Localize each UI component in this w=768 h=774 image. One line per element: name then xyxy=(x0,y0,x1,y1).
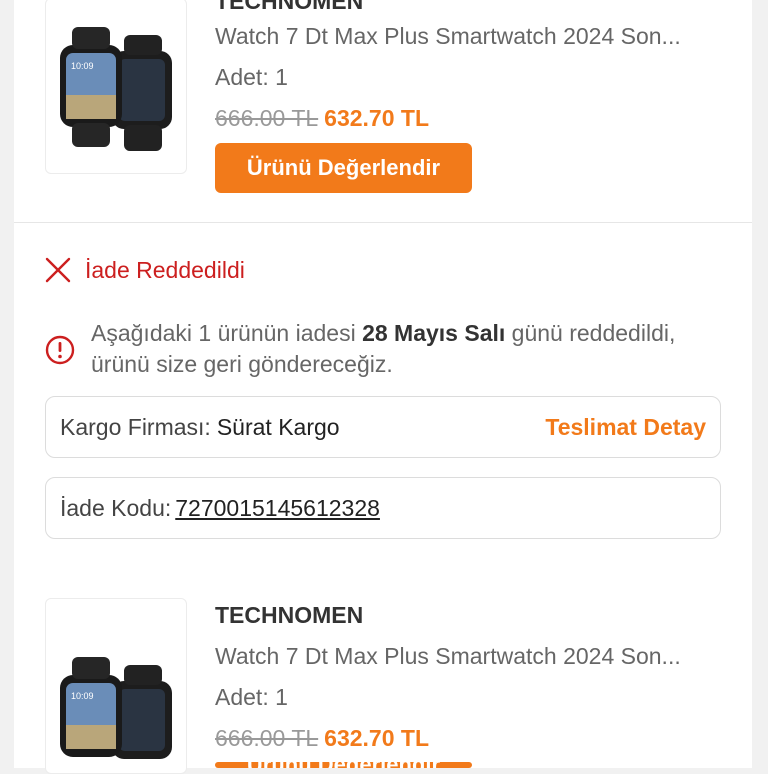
return-code-value[interactable]: 7270015145612328 xyxy=(175,495,380,522)
new-price: 632.70 TL xyxy=(324,725,430,751)
product-image[interactable]: 10:09 xyxy=(45,598,187,774)
price-row: 666.00 TL 632.70 TL xyxy=(215,725,429,752)
info-icon xyxy=(45,335,75,365)
smartwatch-image: 10:09 xyxy=(60,27,172,151)
product-brand: TECHNOMEN xyxy=(215,0,364,14)
shipping-label: Kargo Firması: xyxy=(60,413,211,440)
notice-date: 28 Mayıs Salı xyxy=(362,320,506,346)
shipping-carrier: Sürat Kargo xyxy=(216,413,340,440)
svg-text:10:09: 10:09 xyxy=(71,61,94,71)
notice-prefix: Aşağıdaki 1 ürünün iadesi xyxy=(91,320,356,346)
svg-text:10:09: 10:09 xyxy=(71,691,94,701)
return-status-label: İade Reddedildi xyxy=(85,256,245,283)
smartwatch-image: 10:09 xyxy=(60,657,172,759)
product-image[interactable]: 10:09 xyxy=(45,0,187,174)
product-title[interactable]: Watch 7 Dt Max Plus Smartwatch 2024 Son.… xyxy=(215,23,725,50)
price-row: 666.00 TL 632.70 TL xyxy=(215,105,429,132)
return-notice: Aşağıdaki 1 ürünün iadesi 28 Mayıs Salı … xyxy=(45,318,735,380)
return-status: İade Reddedildi xyxy=(45,254,245,286)
rate-product-button[interactable]: Ürünü Değerlendir xyxy=(215,143,472,193)
section-divider xyxy=(14,222,752,223)
delivery-detail-link[interactable]: Teslimat Detay xyxy=(545,414,706,441)
close-icon xyxy=(45,257,71,283)
product-quantity: Adet: 1 xyxy=(215,64,288,90)
shipping-box: Kargo Firması: Sürat Kargo Teslimat Deta… xyxy=(45,396,721,458)
rate-product-button[interactable]: Ürünü Değerlendir xyxy=(215,762,472,768)
new-price: 632.70 TL xyxy=(324,105,430,131)
product-brand: TECHNOMEN xyxy=(215,602,364,628)
return-code-box: İade Kodu: 7270015145612328 xyxy=(45,477,721,539)
return-notice-text: Aşağıdaki 1 ürünün iadesi 28 Mayıs Salı … xyxy=(91,318,735,380)
old-price: 666.00 TL xyxy=(215,105,319,131)
return-code-label: İade Kodu: xyxy=(60,494,172,521)
old-price: 666.00 TL xyxy=(215,725,319,751)
product-quantity: Adet: 1 xyxy=(215,684,288,710)
product-title[interactable]: Watch 7 Dt Max Plus Smartwatch 2024 Son.… xyxy=(215,643,725,670)
